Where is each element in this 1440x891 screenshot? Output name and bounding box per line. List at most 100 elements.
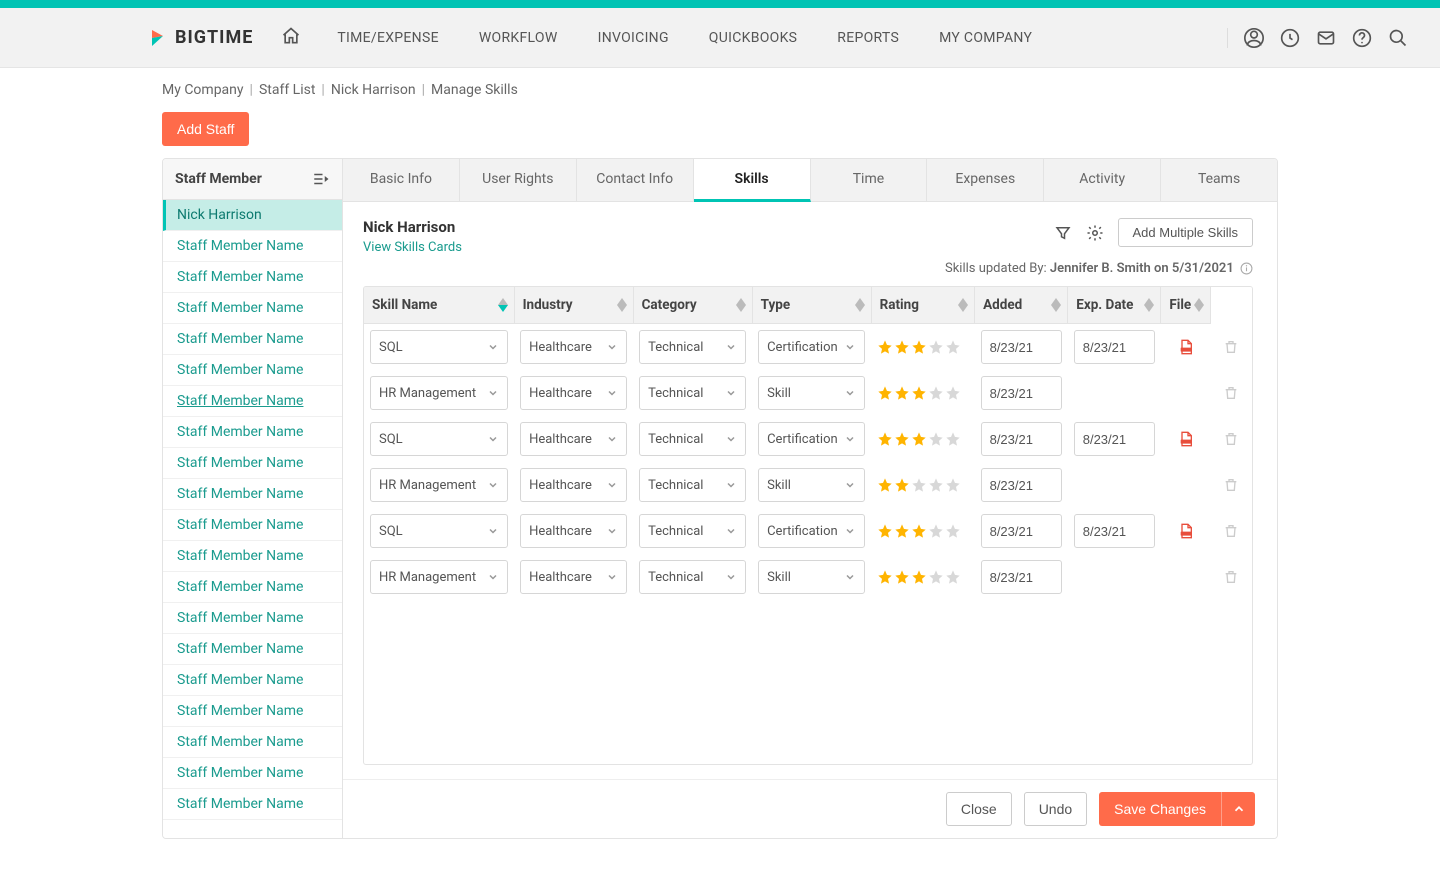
tab[interactable]: Time — [811, 159, 928, 201]
column-header[interactable]: Type — [752, 287, 871, 324]
add-multiple-skills-button[interactable]: Add Multiple Skills — [1118, 218, 1254, 247]
breadcrumb-item[interactable]: Staff List — [259, 82, 315, 98]
column-header[interactable]: Exp. Date — [1068, 287, 1161, 324]
tab[interactable]: Expenses — [927, 159, 1044, 201]
view-skills-cards-link[interactable]: View Skills Cards — [363, 240, 462, 255]
tab[interactable]: Basic Info — [343, 159, 460, 201]
sidebar-item[interactable]: Staff Member Name — [163, 510, 342, 541]
skill-name-select[interactable]: SQL — [370, 422, 508, 456]
undo-button[interactable]: Undo — [1024, 792, 1087, 826]
column-header[interactable]: Added — [975, 287, 1068, 324]
sort-icon[interactable] — [498, 298, 508, 312]
category-select[interactable]: Technical — [639, 468, 746, 502]
file-cell[interactable] — [1167, 521, 1205, 541]
type-select[interactable]: Certification — [758, 330, 865, 364]
sidebar-item[interactable]: Staff Member Name — [163, 634, 342, 665]
industry-select[interactable]: Healthcare — [520, 514, 627, 548]
tab[interactable]: Skills — [694, 159, 811, 202]
sidebar-item[interactable]: Staff Member Name — [163, 665, 342, 696]
logo[interactable]: BIGTIME — [145, 26, 253, 50]
sidebar-item[interactable]: Staff Member Name — [163, 758, 342, 789]
sidebar-item[interactable]: Staff Member Name — [163, 262, 342, 293]
nav-item[interactable]: MY COMPANY — [939, 30, 1032, 46]
sort-icon[interactable] — [1194, 298, 1204, 312]
delete-row-button[interactable] — [1217, 568, 1246, 586]
added-date-input[interactable] — [981, 376, 1062, 410]
rating-stars[interactable] — [877, 385, 968, 401]
category-select[interactable]: Technical — [639, 560, 746, 594]
column-header[interactable]: File — [1161, 287, 1211, 324]
skill-name-select[interactable]: HR Management — [370, 468, 508, 502]
industry-select[interactable]: Healthcare — [520, 468, 627, 502]
file-cell[interactable] — [1167, 337, 1205, 357]
sort-icon[interactable] — [1144, 298, 1154, 312]
rating-stars[interactable] — [877, 431, 968, 447]
skill-name-select[interactable]: HR Management — [370, 560, 508, 594]
nav-item[interactable]: INVOICING — [598, 30, 669, 46]
tab[interactable]: Contact Info — [577, 159, 694, 201]
delete-row-button[interactable] — [1217, 338, 1246, 356]
sidebar-item[interactable]: Staff Member Name — [163, 789, 342, 820]
close-button[interactable]: Close — [946, 792, 1012, 826]
sidebar-item[interactable]: Staff Member Name — [163, 479, 342, 510]
sidebar-item[interactable]: Staff Member Name — [163, 541, 342, 572]
sidebar-item[interactable]: Staff Member Name — [163, 572, 342, 603]
type-select[interactable]: Certification — [758, 514, 865, 548]
sidebar-item[interactable]: Staff Member Name — [163, 355, 342, 386]
tab[interactable]: Activity — [1044, 159, 1161, 201]
category-select[interactable]: Technical — [639, 514, 746, 548]
collapse-icon[interactable] — [312, 170, 330, 188]
skill-name-select[interactable]: SQL — [370, 330, 508, 364]
category-select[interactable]: Technical — [639, 376, 746, 410]
help-icon[interactable] — [1352, 28, 1372, 48]
sidebar-item[interactable]: Staff Member Name — [163, 417, 342, 448]
delete-row-button[interactable] — [1217, 430, 1246, 448]
column-header[interactable]: Category — [633, 287, 752, 324]
sort-icon[interactable] — [855, 298, 865, 312]
add-staff-button[interactable]: Add Staff — [162, 112, 249, 146]
tab[interactable]: User Rights — [460, 159, 577, 201]
sidebar-item[interactable]: Staff Member Name — [163, 231, 342, 262]
save-dropdown-toggle[interactable] — [1221, 792, 1255, 826]
home-button[interactable] — [281, 26, 301, 50]
nav-item[interactable]: WORKFLOW — [479, 30, 558, 46]
nav-item[interactable]: QUICKBOOKS — [709, 30, 798, 46]
mail-icon[interactable] — [1316, 28, 1336, 48]
added-date-input[interactable] — [981, 560, 1062, 594]
delete-row-button[interactable] — [1217, 384, 1246, 402]
column-header[interactable]: Rating — [871, 287, 974, 324]
sidebar-item[interactable]: Staff Member Name — [163, 696, 342, 727]
tab[interactable]: Teams — [1161, 159, 1277, 201]
added-date-input[interactable] — [981, 514, 1062, 548]
skill-name-select[interactable]: HR Management — [370, 376, 508, 410]
sort-icon[interactable] — [736, 298, 746, 312]
type-select[interactable]: Skill — [758, 376, 865, 410]
sidebar-item[interactable]: Staff Member Name — [163, 386, 342, 417]
rating-stars[interactable] — [877, 569, 968, 585]
category-select[interactable]: Technical — [639, 422, 746, 456]
delete-row-button[interactable] — [1217, 476, 1246, 494]
industry-select[interactable]: Healthcare — [520, 376, 627, 410]
type-select[interactable]: Certification — [758, 422, 865, 456]
column-header[interactable]: Skill Name — [364, 287, 514, 324]
added-date-input[interactable] — [981, 468, 1062, 502]
exp-date-input[interactable] — [1074, 330, 1155, 364]
sidebar-item[interactable]: Staff Member Name — [163, 727, 342, 758]
nav-item[interactable]: REPORTS — [837, 30, 899, 46]
type-select[interactable]: Skill — [758, 468, 865, 502]
rating-stars[interactable] — [877, 339, 968, 355]
sort-icon[interactable] — [617, 298, 627, 312]
sidebar-item[interactable]: Staff Member Name — [163, 324, 342, 355]
file-cell[interactable] — [1167, 429, 1205, 449]
industry-select[interactable]: Healthcare — [520, 422, 627, 456]
sidebar-item[interactable]: Staff Member Name — [163, 448, 342, 479]
sidebar-item[interactable]: Staff Member Name — [163, 603, 342, 634]
sidebar-item[interactable]: Staff Member Name — [163, 293, 342, 324]
user-icon[interactable] — [1244, 28, 1264, 48]
info-icon[interactable] — [1240, 262, 1253, 275]
type-select[interactable]: Skill — [758, 560, 865, 594]
nav-item[interactable]: TIME/EXPENSE — [337, 30, 439, 46]
skill-name-select[interactable]: SQL — [370, 514, 508, 548]
breadcrumb-item[interactable]: My Company — [162, 82, 244, 98]
industry-select[interactable]: Healthcare — [520, 560, 627, 594]
